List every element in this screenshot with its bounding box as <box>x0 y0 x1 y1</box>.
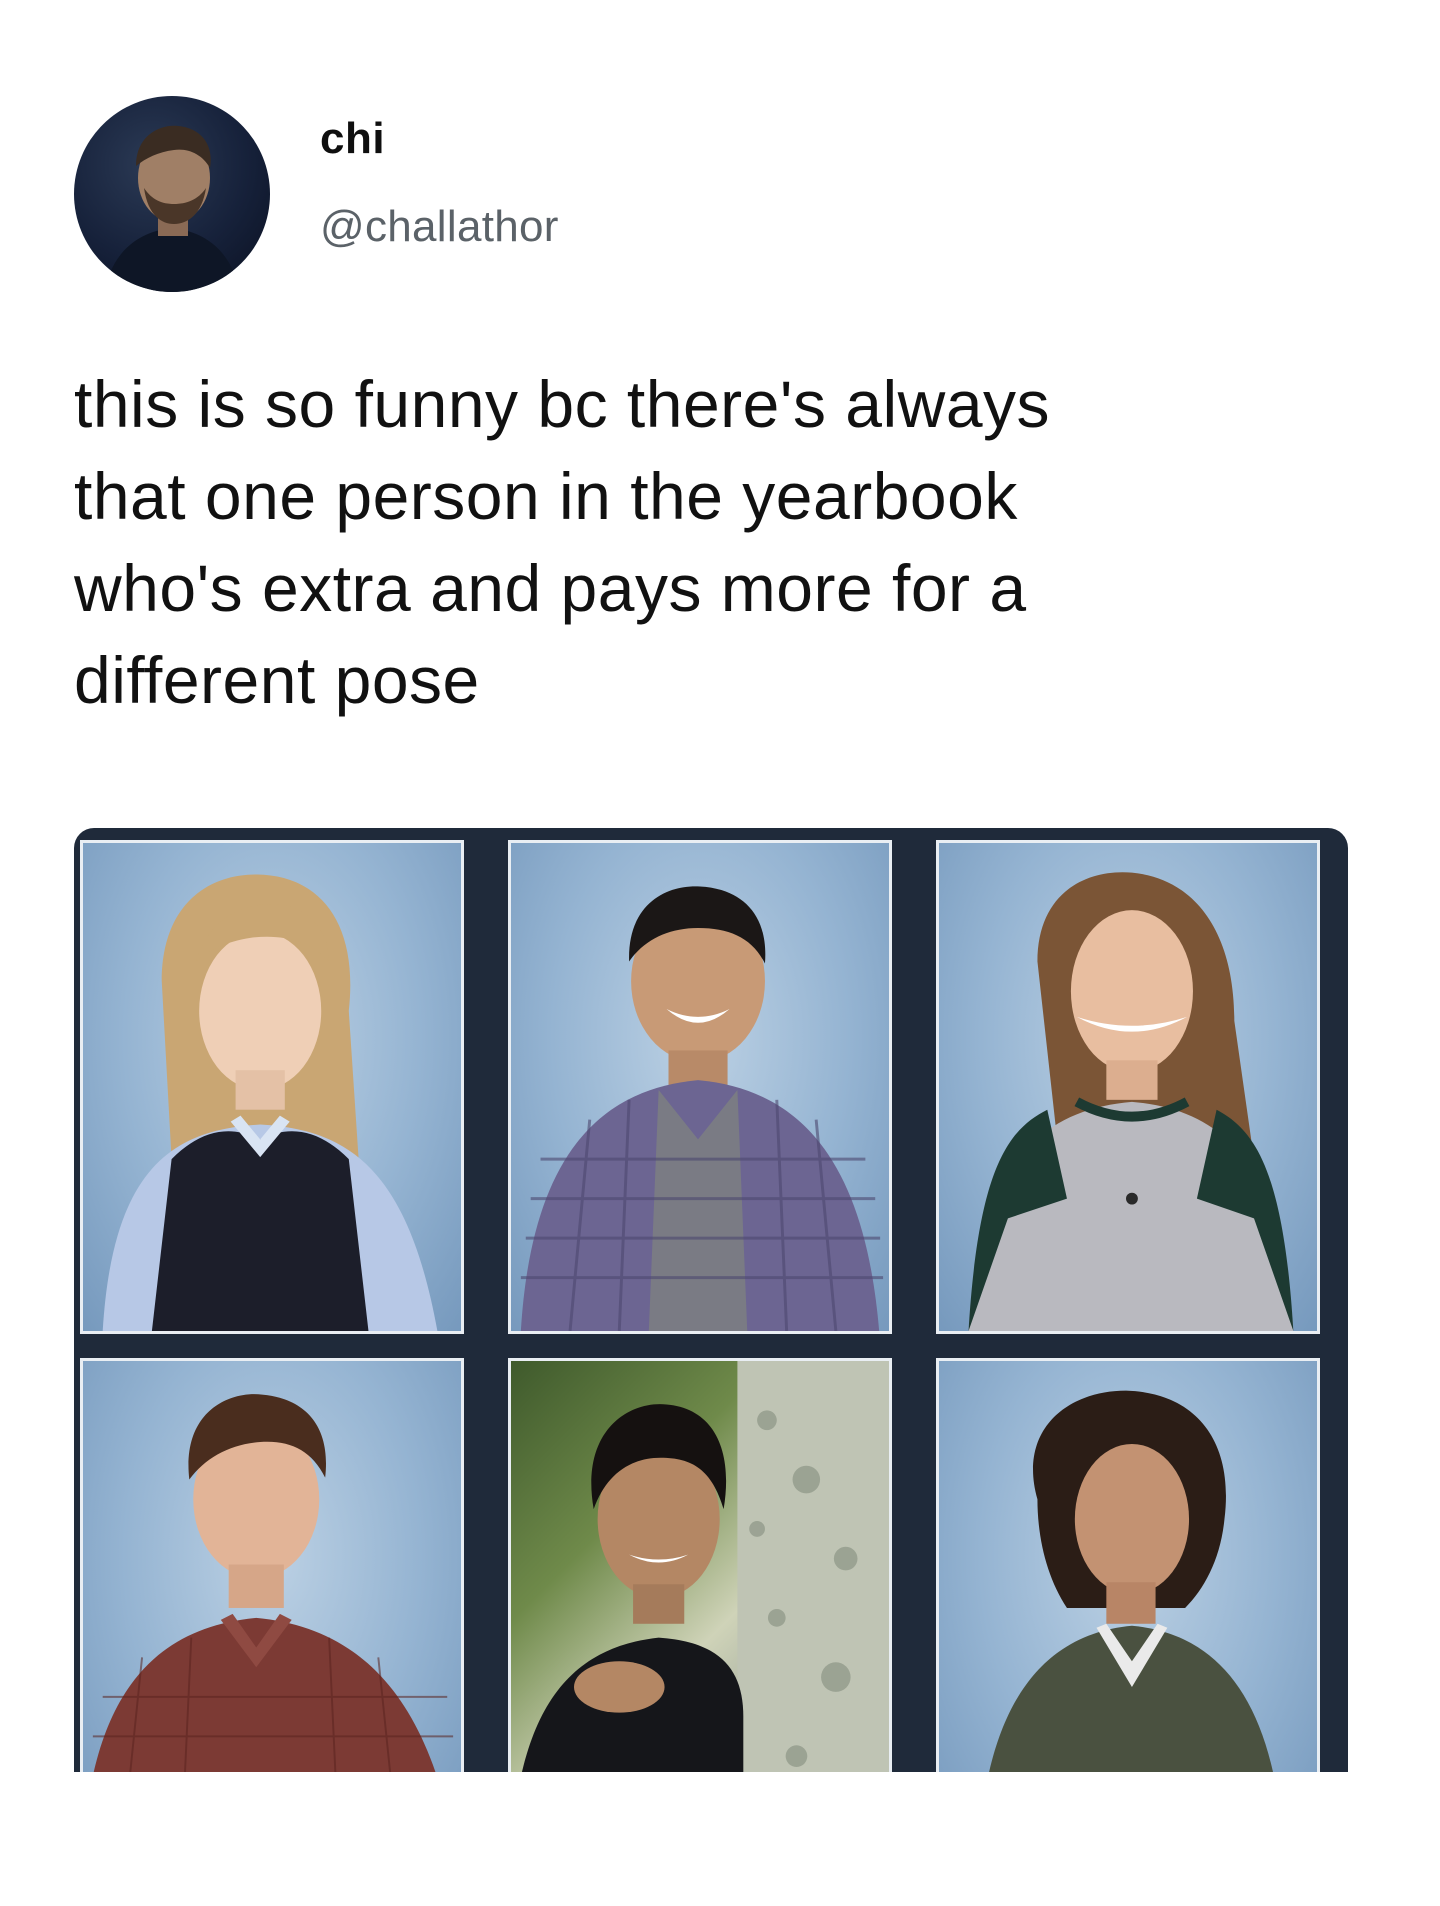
yearbook-photo[interactable] <box>80 840 464 1334</box>
tweet-text-line: different pose <box>74 643 480 717</box>
tweet-text-line: who's extra and pays more for a <box>74 551 1027 625</box>
user-handle[interactable]: @challathor <box>320 202 559 252</box>
display-name[interactable]: chi <box>320 114 385 164</box>
portrait-image <box>989 1390 1273 1772</box>
portrait-image <box>102 874 438 1331</box>
portrait-image <box>522 1361 889 1772</box>
yearbook-photo[interactable] <box>936 840 1320 1334</box>
yearbook-photo[interactable] <box>508 840 892 1334</box>
yearbook-photo[interactable] <box>508 1358 892 1772</box>
portrait-image <box>968 872 1294 1331</box>
yearbook-photo[interactable] <box>80 1358 464 1772</box>
yearbook-photo[interactable] <box>936 1358 1320 1772</box>
tweet-text-line: this is so funny bc there's always <box>74 367 1051 441</box>
tweet-text-line: that one person in the yearbook <box>74 459 1018 533</box>
tweet-media-grid[interactable] <box>74 828 1348 1772</box>
portrait-image <box>92 1394 454 1772</box>
tweet-header: chi @challathor <box>74 96 1274 292</box>
tweet-text: this is so funny bc there's always that … <box>74 358 1314 726</box>
profile-photo-icon <box>104 125 240 292</box>
portrait-image <box>520 886 884 1331</box>
avatar[interactable] <box>74 96 270 292</box>
